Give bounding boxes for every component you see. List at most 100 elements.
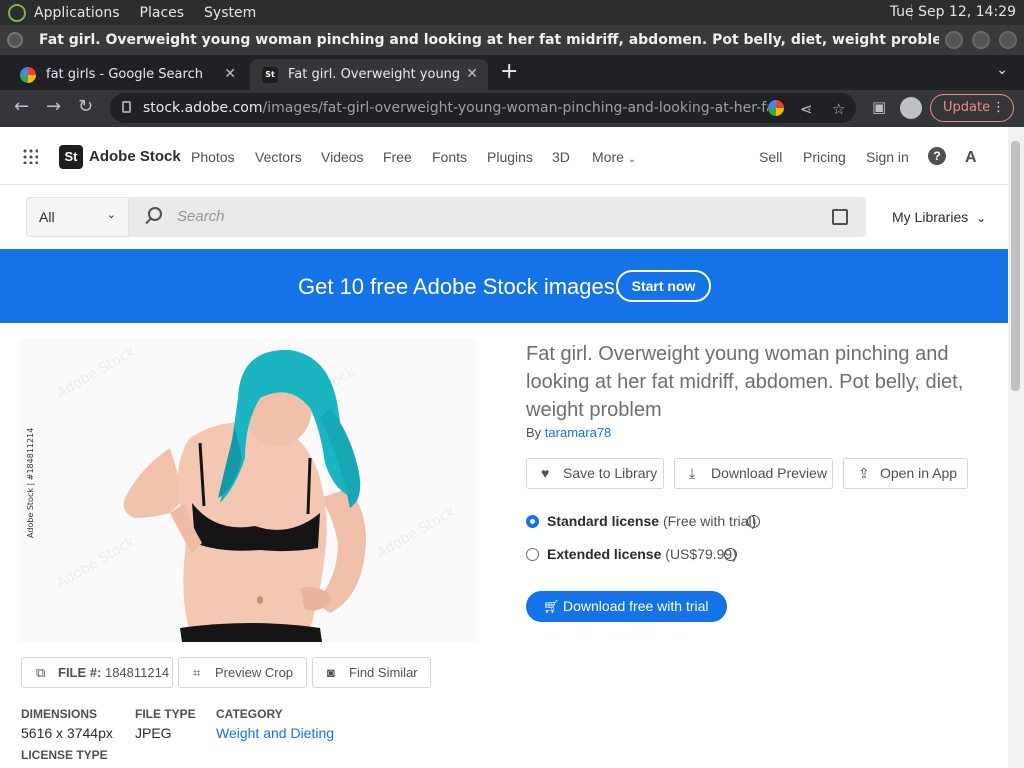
clock[interactable]: Tue Sep 12, 14:29: [890, 4, 1016, 20]
nav-plugins[interactable]: Plugins: [487, 149, 533, 165]
url-text[interactable]: stock.adobe.com/images/fat-girl-overweig…: [143, 100, 768, 116]
scrollbar-thumb[interactable]: [1011, 141, 1020, 391]
camera-icon: ◙: [327, 665, 335, 680]
my-libraries-label: My Libraries: [892, 209, 969, 225]
tab-search-chevron-icon[interactable]: ⌄: [996, 62, 1008, 78]
kebab-menu-icon[interactable]: ⋮: [992, 95, 1005, 121]
file-number-label: FILE #:: [58, 665, 102, 680]
update-label: Update: [943, 100, 991, 115]
address-bar[interactable]: stock.adobe.com/images/fat-girl-overweig…: [110, 93, 856, 123]
open-in-app-button[interactable]: ⇪ Open in App: [843, 458, 968, 489]
search-input[interactable]: Search: [177, 208, 225, 225]
nav-3d[interactable]: 3D: [552, 149, 570, 165]
nav-videos[interactable]: Videos: [321, 149, 364, 165]
menu-system[interactable]: System: [204, 5, 256, 21]
extended-license-label[interactable]: Extended license (US$79.99): [547, 546, 737, 562]
nav-pricing[interactable]: Pricing: [803, 149, 846, 165]
close-tab-icon[interactable]: ✕: [466, 66, 478, 82]
side-panel-icon[interactable]: ▣: [872, 98, 886, 116]
window-title: Fat girl. Overweight young woman pinchin…: [39, 32, 939, 48]
standard-license-label[interactable]: Standard license (Free with trial): [547, 513, 756, 529]
standard-license-note: (Free with trial): [662, 513, 757, 529]
author-link[interactable]: taramara78: [545, 425, 611, 440]
window-titlebar: Fat girl. Overweight young woman pinchin…: [0, 25, 1024, 55]
close-tab-icon[interactable]: ✕: [224, 66, 236, 82]
minimize-icon[interactable]: [945, 31, 963, 49]
search-scope-select[interactable]: All ⌄: [26, 197, 129, 237]
menu-places[interactable]: Places: [140, 5, 185, 21]
lock-icon[interactable]: [122, 101, 131, 113]
tab-label: fat girls - Google Search: [46, 67, 203, 82]
visual-search-icon[interactable]: [832, 209, 848, 225]
stock-photo-preview[interactable]: Adobe Stock Adobe Stock Adobe Stock Adob…: [20, 338, 476, 642]
svg-text:Adobe Stock: Adobe Stock: [54, 533, 139, 591]
my-libraries-button[interactable]: My Libraries ⌄: [892, 209, 986, 225]
nav-photos[interactable]: Photos: [191, 149, 235, 165]
nav-vectors[interactable]: Vectors: [255, 149, 302, 165]
save-to-library-label: Save to Library: [563, 465, 658, 481]
search-bar: All ⌄ Search: [26, 197, 866, 237]
search-scope-value: All: [39, 209, 55, 225]
standard-license-name: Standard license: [547, 513, 660, 529]
nav-sign-in[interactable]: Sign in: [866, 149, 909, 165]
category-link[interactable]: Weight and Dieting: [216, 725, 334, 741]
help-icon[interactable]: ?: [928, 147, 946, 165]
find-similar-button[interactable]: ◙ Find Similar: [312, 657, 431, 688]
file-number-button[interactable]: ⧉ FILE #: 184811214: [21, 657, 173, 688]
os-top-panel: Applications Places System Tue Sep 12, 1…: [0, 0, 1024, 25]
nav-more-label: More: [592, 149, 624, 165]
download-free-trial-label: Download free with trial: [563, 598, 709, 614]
by-label: By: [526, 425, 542, 440]
download-free-trial-button[interactable]: 🛒︎ Download free with trial: [526, 591, 727, 622]
brand-name[interactable]: Adobe Stock: [89, 148, 181, 165]
info-icon[interactable]: i: [724, 548, 737, 561]
url-domain: stock.adobe.com: [143, 100, 263, 116]
window-menu-icon[interactable]: [7, 32, 23, 48]
heart-icon: ♥: [541, 465, 550, 481]
bookmark-star-icon[interactable]: ☆: [832, 100, 845, 118]
adobe-stock-logo-icon[interactable]: St: [59, 145, 83, 169]
adobe-stock-icon: St: [262, 66, 278, 83]
applications-logo-icon[interactable]: [8, 3, 26, 22]
app-switcher-grid-icon[interactable]: [22, 148, 38, 164]
extended-license-radio[interactable]: [526, 548, 539, 561]
copy-icon: ⧉: [36, 665, 46, 680]
google-lens-icon[interactable]: [768, 100, 784, 116]
preview-crop-button[interactable]: ⌗ Preview Crop: [178, 657, 307, 688]
save-to-library-button[interactable]: ♥ Save to Library: [526, 458, 664, 489]
reload-icon[interactable]: ↻: [78, 96, 93, 117]
preview-crop-label: Preview Crop: [215, 665, 294, 680]
promo-banner: Get 10 free Adobe Stock images. Start no…: [0, 249, 1008, 323]
file-type-label: FILE TYPE: [135, 707, 196, 721]
tab-adobe-stock[interactable]: St Fat girl. Overweight young wo ✕: [250, 59, 488, 90]
nav-sell[interactable]: Sell: [759, 149, 782, 165]
asset-title: Fat girl. Overweight young woman pinchin…: [526, 343, 964, 421]
new-tab-icon[interactable]: +: [500, 59, 518, 84]
open-in-app-label: Open in App: [880, 465, 958, 481]
nav-free[interactable]: Free: [383, 149, 412, 165]
forward-arrow-icon[interactable]: →: [46, 96, 61, 117]
close-window-icon[interactable]: [999, 31, 1017, 49]
browser-toolbar: ← → ↻ stock.adobe.com/images/fat-girl-ov…: [0, 90, 1024, 127]
maximize-icon[interactable]: [972, 31, 990, 49]
extended-license-name: Extended license: [547, 546, 662, 562]
share-icon[interactable]: ⋖: [800, 100, 813, 118]
update-button[interactable]: Update ⋮: [930, 94, 1014, 122]
profile-avatar-icon[interactable]: [900, 97, 922, 119]
standard-license-radio[interactable]: [526, 515, 539, 528]
download-preview-button[interactable]: ⤓ Download Preview: [674, 458, 833, 489]
info-icon[interactable]: i: [747, 515, 760, 528]
search-icon: [148, 207, 162, 221]
url-path: /images/fat-girl-overweight-young-woman-…: [262, 100, 769, 116]
adobe-logo-icon[interactable]: A: [965, 149, 977, 167]
tab-google-search[interactable]: fat girls - Google Search ✕: [8, 59, 246, 90]
menu-applications[interactable]: Applications: [34, 5, 120, 21]
nav-fonts[interactable]: Fonts: [432, 149, 467, 165]
chevron-down-icon: ⌄: [976, 211, 987, 225]
chevron-down-icon: ⌄: [627, 154, 637, 165]
start-now-button[interactable]: Start now: [616, 270, 711, 302]
chevron-down-icon: ⌄: [106, 209, 116, 221]
page-scrollbar[interactable]: [1008, 127, 1024, 768]
back-arrow-icon[interactable]: ←: [14, 96, 29, 117]
nav-more[interactable]: More ⌄: [592, 149, 636, 165]
